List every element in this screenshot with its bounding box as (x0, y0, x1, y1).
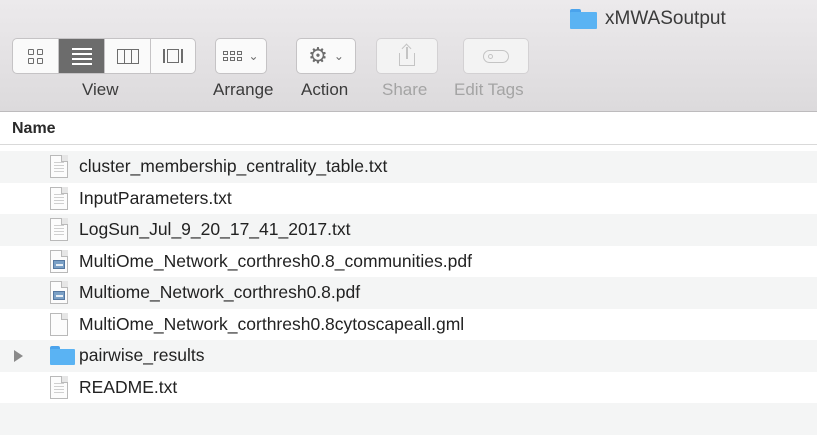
blank-document-icon (50, 312, 68, 336)
arrange-label: Arrange (213, 80, 274, 99)
file-name: LogSun_Jul_9_20_17_41_2017.txt (79, 219, 351, 240)
share-button[interactable] (376, 38, 438, 74)
name-column-label: Name (12, 119, 56, 137)
arrange-icon (223, 51, 243, 61)
gear-icon: ⚙ (308, 43, 328, 68)
arrange-button[interactable]: ⌄ (215, 38, 267, 74)
list-item[interactable]: cluster_membership_centrality_table.txt (0, 151, 817, 183)
gallery-view-icon (163, 49, 183, 63)
file-name: MultiOme_Network_corthresh0.8_communitie… (79, 250, 472, 271)
name-column-header[interactable]: Name (0, 113, 817, 145)
share-icon (399, 43, 415, 67)
icon-view-button[interactable] (12, 38, 58, 74)
finder-toolbar: xMWASoutput View ⌄ Arrange ⚙ ⌄ Action Sh… (0, 0, 817, 112)
file-name: MultiOme_Network_corthresh0.8cytoscapeal… (79, 313, 465, 334)
icon-view-icon (28, 48, 43, 64)
file-name: cluster_membership_centrality_table.txt (79, 156, 388, 177)
share-group (376, 38, 438, 74)
column-view-button[interactable] (104, 38, 150, 74)
column-view-icon (116, 48, 139, 64)
list-view-button[interactable] (58, 38, 104, 74)
view-label: View (82, 80, 119, 99)
chevron-down-icon: ⌄ (248, 49, 259, 63)
list-item[interactable]: pairwise_results (0, 340, 817, 372)
edit-tags-group (463, 38, 529, 74)
edit-tags-label: Edit Tags (454, 80, 524, 99)
action-button[interactable]: ⚙ ⌄ (296, 38, 356, 74)
file-list: cluster_membership_centrality_table.txt … (0, 151, 817, 435)
view-segmented-control (12, 38, 196, 74)
list-item[interactable]: InputParameters.txt (0, 182, 817, 214)
window-title: xMWASoutput (570, 5, 726, 33)
text-document-icon (50, 186, 68, 210)
list-item[interactable]: README.txt (0, 371, 817, 403)
text-document-icon (50, 375, 68, 399)
share-label: Share (382, 80, 428, 99)
arrange-group: ⌄ (215, 38, 267, 74)
empty-row (0, 403, 817, 435)
list-item[interactable]: MultiOme_Network_corthresh0.8_communitie… (0, 245, 817, 277)
folder-icon (570, 9, 597, 29)
tag-icon (483, 49, 509, 63)
pdf-document-icon (50, 249, 68, 273)
folder-name: pairwise_results (79, 345, 205, 366)
list-item[interactable]: LogSun_Jul_9_20_17_41_2017.txt (0, 214, 817, 246)
action-label: Action (301, 80, 349, 99)
list-view-icon (71, 47, 92, 65)
chevron-down-icon: ⌄ (333, 49, 344, 63)
disclosure-triangle-icon[interactable] (14, 349, 23, 362)
file-name: InputParameters.txt (79, 187, 232, 208)
action-group: ⚙ ⌄ (296, 38, 356, 74)
file-name: README.txt (79, 376, 178, 397)
file-name: Multiome_Network_corthresh0.8.pdf (79, 282, 361, 303)
text-document-icon (50, 218, 68, 241)
list-item[interactable]: Multiome_Network_corthresh0.8.pdf (0, 277, 817, 309)
edit-tags-button[interactable] (463, 38, 529, 74)
list-item[interactable]: MultiOme_Network_corthresh0.8cytoscapeal… (0, 308, 817, 340)
pdf-document-icon (50, 281, 68, 304)
window-title-text: xMWASoutput (605, 8, 726, 29)
gallery-view-button[interactable] (150, 38, 196, 74)
text-document-icon (50, 155, 68, 178)
folder-icon (50, 346, 75, 365)
